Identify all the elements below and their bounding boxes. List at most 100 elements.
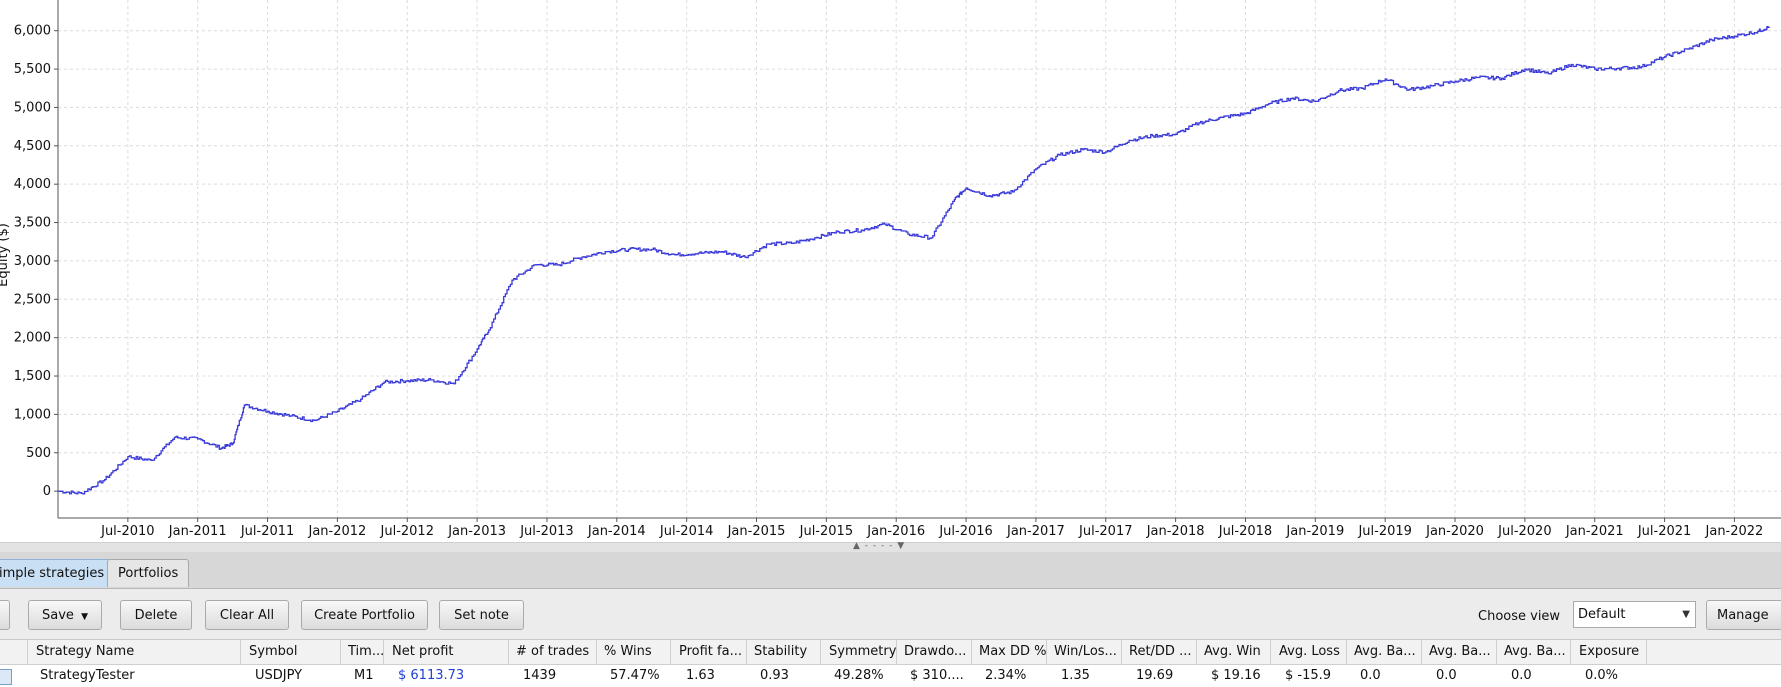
x-tick-label: Jul-2010 [100,524,154,539]
column-separator[interactable] [1646,640,1647,664]
col-avg-loss[interactable]: Avg. Loss [1279,644,1340,659]
col-timeframe[interactable]: Tim... [348,644,384,659]
x-tick-label: Jul-2012 [380,524,434,539]
col-exposure[interactable]: Exposure [1579,644,1639,659]
column-separator[interactable] [670,640,671,664]
column-separator[interactable] [383,640,384,664]
delete-button[interactable]: Delete [120,600,192,630]
col-symmetry[interactable]: Symmetry [829,644,896,659]
col-strategy-name[interactable]: Strategy Name [36,644,134,659]
manage-button[interactable]: Manage [1706,600,1781,630]
save-button[interactable]: Save ▼ [28,600,102,630]
x-tick-label: Jan-2020 [1425,524,1484,539]
x-tick-label: Jan-2018 [1146,524,1205,539]
y-tick-label: 2,000 [14,331,51,346]
column-separator[interactable] [820,640,821,664]
col-pct-wins[interactable]: % Wins [604,644,652,659]
column-separator[interactable] [596,640,597,664]
column-separator[interactable] [1270,640,1271,664]
row-checkbox[interactable] [0,669,12,685]
toggle-button[interactable] [0,600,10,630]
y-tick-label: 1,500 [14,369,51,384]
col-avg-bars-1[interactable]: Avg. Ba... [1354,644,1416,659]
cell-max-dd-pct: 2.34% [985,668,1027,683]
column-separator[interactable] [971,640,972,664]
x-tick-label: Jan-2021 [1565,524,1624,539]
column-separator[interactable] [1421,640,1422,664]
col-drawdown[interactable]: Drawdo... [904,644,966,659]
tab-bar: imple strategies Portfolios [0,552,1781,589]
clear-all-button[interactable]: Clear All [205,600,289,630]
toolbar: Save ▼ Delete Clear All Create Portfolio… [0,589,1781,640]
equity-series-line [58,25,1771,495]
y-tick-label: 2,500 [14,292,51,307]
create-portfolio-button[interactable]: Create Portfolio [301,600,428,630]
cell-profit-factor: 1.63 [686,668,715,683]
table-header: Strategy Name Symbol Tim... Net profit #… [0,640,1781,665]
col-avg-bars-2[interactable]: Avg. Ba... [1429,644,1491,659]
x-tick-label: Jan-2019 [1285,524,1344,539]
col-num-trades[interactable]: # of trades [516,644,589,659]
x-tick-label: Jan-2013 [447,524,506,539]
column-separator[interactable] [1346,640,1347,664]
equity-chart: 0 500 1,000 1,500 2,000 2,500 3,000 3,500 4,000 4… [0,0,1781,548]
view-select[interactable]: Default ▼ [1573,601,1696,628]
col-win-loss[interactable]: Win/Los... [1054,644,1117,659]
cell-num-trades: 1439 [523,668,557,683]
col-net-profit[interactable]: Net profit [392,644,454,659]
table-row[interactable]: StrategyTester USDJPY M1 $ 6113.73 1439 … [0,665,1781,687]
x-tick-label: Jul-2021 [1637,524,1691,539]
cell-stability: 0.93 [760,668,789,683]
tab-simple-strategies[interactable]: imple strategies [0,559,116,587]
cell-avg-bars-3: 0.0 [1511,668,1532,683]
col-profit-factor[interactable]: Profit fa... [679,644,742,659]
chevron-down-icon: ▼ [1682,609,1690,620]
x-tick-label: Jul-2011 [240,524,294,539]
cell-pct-wins: 57.47% [610,668,660,683]
col-symbol[interactable]: Symbol [249,644,297,659]
cell-strategy-name: StrategyTester [40,668,135,683]
splitter-grip[interactable]: ▲ - - - - ▼ [853,541,905,551]
column-separator[interactable] [746,640,747,664]
column-separator[interactable] [1496,640,1497,664]
column-separator[interactable] [1046,640,1047,664]
y-tick-label: 6,000 [14,24,51,39]
y-tick-label: 3,500 [14,216,51,231]
x-tick-label: Jan-2015 [727,524,786,539]
col-stability[interactable]: Stability [754,644,807,659]
col-ret-dd[interactable]: Ret/DD ... [1129,644,1191,659]
x-tick-label: Jul-2013 [519,524,573,539]
col-avg-bars-3[interactable]: Avg. Ba... [1504,644,1566,659]
column-separator[interactable] [508,640,509,664]
cell-net-profit[interactable]: $ 6113.73 [398,668,464,683]
tab-portfolios[interactable]: Portfolios [107,559,190,587]
set-note-button[interactable]: Set note [439,600,524,630]
column-separator[interactable] [1196,640,1197,664]
x-tick-label: Jul-2014 [659,524,713,539]
x-tick-label: Jan-2012 [307,524,366,539]
y-tick-label: 1,000 [14,407,51,422]
column-separator[interactable] [340,640,341,664]
col-avg-win[interactable]: Avg. Win [1204,644,1261,659]
cell-avg-loss: $ -15.9 [1285,668,1332,683]
x-tick-label: Jul-2015 [799,524,853,539]
column-separator[interactable] [1570,640,1571,664]
x-tick-label: Jul-2017 [1078,524,1132,539]
cell-ret-dd: 19.69 [1136,668,1174,683]
col-max-dd-pct[interactable]: Max DD % [979,644,1047,659]
y-tick-label: 3,000 [14,254,51,269]
y-tick-label: 4,000 [14,177,51,192]
save-button-label: Save [42,608,74,623]
x-tick-label: Jul-2018 [1218,524,1272,539]
column-separator[interactable] [896,640,897,664]
column-separator[interactable] [240,640,241,664]
y-tick-label: 0 [43,484,51,499]
column-separator[interactable] [1121,640,1122,664]
column-separator[interactable] [27,640,28,664]
cell-avg-bars-1: 0.0 [1360,668,1381,683]
y-axis-label: Equity ($) [0,223,11,287]
x-tick-label: Jan-2022 [1705,524,1764,539]
y-tick-label: 4,500 [14,139,51,154]
cell-avg-win: $ 19.16 [1211,668,1261,683]
cell-drawdown: $ 310.... [910,668,964,683]
